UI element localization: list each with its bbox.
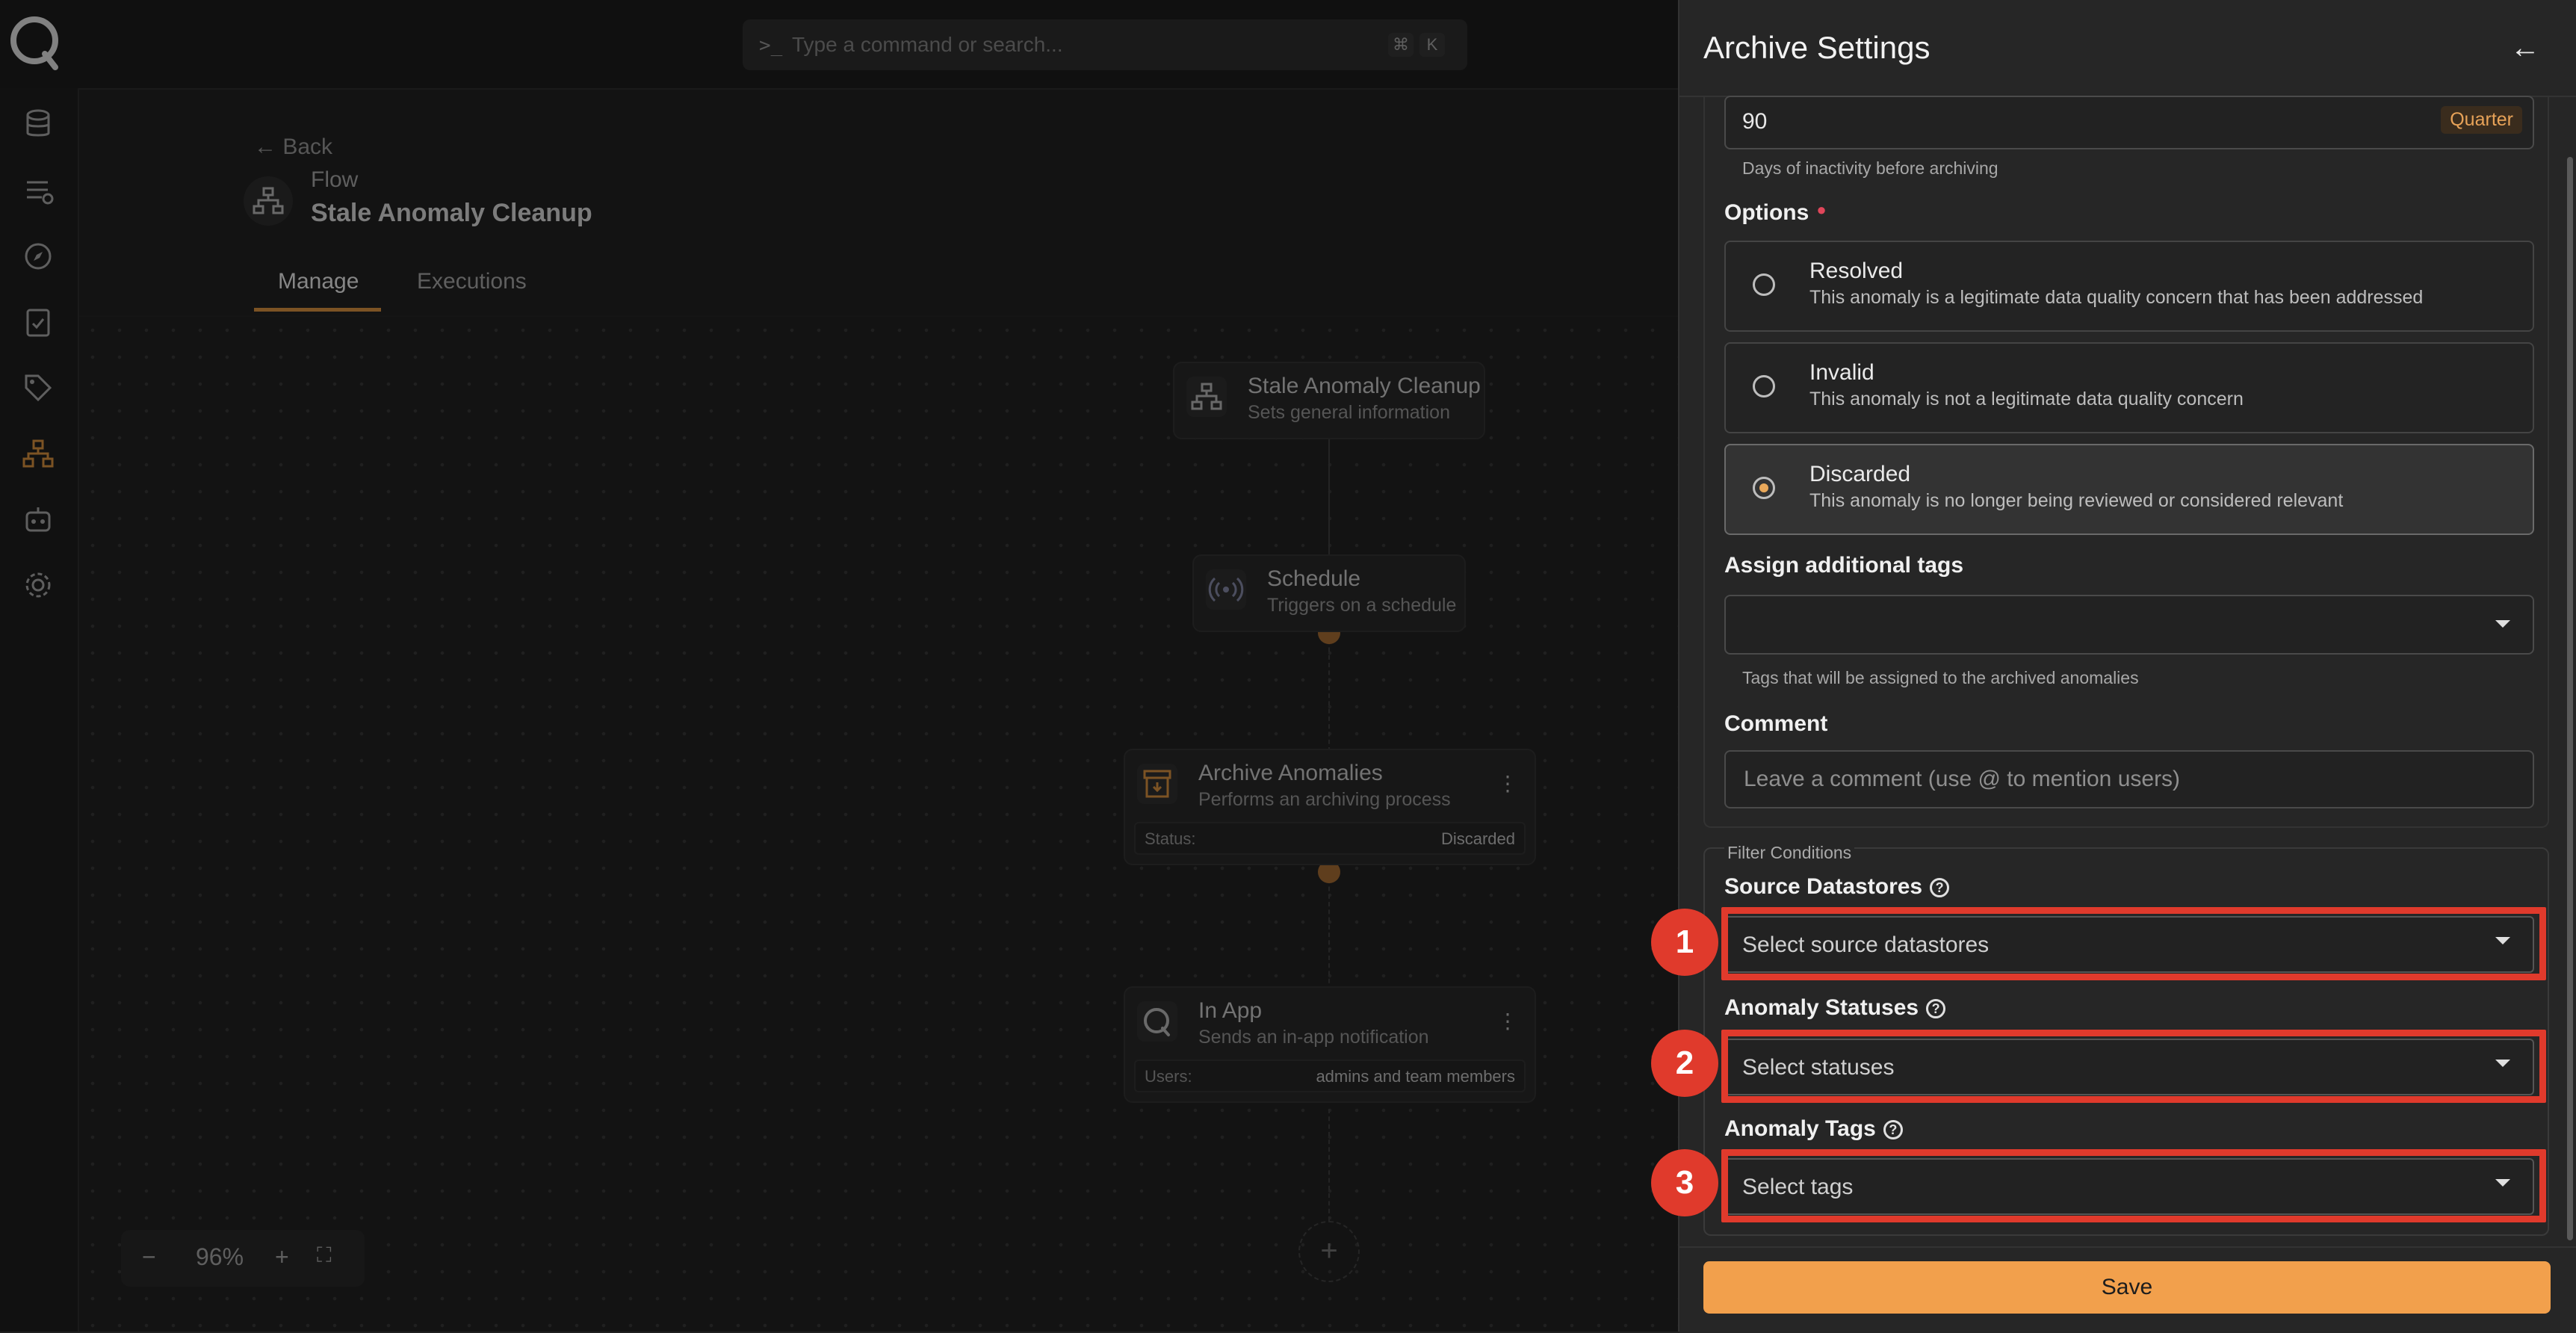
option-resolved[interactable]: Resolved This anomaly is a legitimate da…: [1724, 241, 2534, 332]
option-discarded[interactable]: Discarded This anomaly is no longer bein…: [1724, 444, 2534, 535]
chevron-down-icon: [2495, 1060, 2510, 1067]
modal-overlay[interactable]: [0, 0, 1678, 1332]
option-description: This anomaly is no longer being reviewed…: [1809, 490, 2344, 511]
tags-label: Assign additional tags: [1724, 553, 1964, 578]
chevron-down-icon: [2495, 620, 2510, 628]
panel-title: Archive Settings: [1703, 30, 1931, 65]
comment-label: Comment: [1724, 711, 1828, 736]
filter-conditions-legend: Filter Conditions: [1724, 843, 1855, 863]
tags-helper: Tags that will be assigned to the archiv…: [1742, 668, 2139, 687]
anomaly-statuses-select[interactable]: Select statuses: [1724, 1039, 2534, 1095]
options-label: Options ●: [1724, 200, 1827, 225]
anomaly-tags-label: Anomaly Tags?: [1724, 1116, 1903, 1142]
step-marker: 1: [1651, 909, 1718, 976]
radio-button[interactable]: [1753, 375, 1775, 398]
source-datastores-label: Source Datastores?: [1724, 874, 1950, 900]
radio-button[interactable]: [1753, 273, 1775, 296]
comment-input[interactable]: Leave a comment (use @ to mention users): [1724, 750, 2534, 808]
option-title: Resolved: [1809, 259, 1904, 283]
help-icon[interactable]: ?: [1930, 878, 1950, 898]
anomaly-statuses-label: Anomaly Statuses?: [1724, 995, 1946, 1021]
period-badge: Quarter: [2441, 106, 2522, 134]
chevron-down-icon: [2495, 937, 2510, 944]
additional-tags-select[interactable]: [1724, 595, 2534, 655]
panel-footer: Save: [1679, 1246, 2576, 1333]
help-icon[interactable]: ?: [1883, 1120, 1903, 1140]
archive-settings-panel: Archive Settings ← 90 Quarter Days of in…: [1651, 0, 2576, 1333]
option-title: Invalid: [1809, 360, 1874, 385]
select-placeholder: Select tags: [1742, 1175, 1854, 1199]
scrollbar[interactable]: [2567, 157, 2573, 1240]
step-marker: 2: [1651, 1030, 1718, 1097]
option-description: This anomaly is a legitimate data qualit…: [1809, 287, 2424, 308]
comment-placeholder: Leave a comment (use @ to mention users): [1744, 767, 2181, 791]
inactivity-days-value: 90: [1742, 109, 1768, 134]
option-invalid[interactable]: Invalid This anomaly is not a legitimate…: [1724, 342, 2534, 433]
save-button[interactable]: Save: [1703, 1261, 2551, 1314]
select-placeholder: Select source datastores: [1742, 933, 1990, 957]
step-marker: 3: [1651, 1149, 1718, 1216]
inactivity-helper: Days of inactivity before archiving: [1742, 158, 1998, 178]
anomaly-tags-select[interactable]: Select tags: [1724, 1158, 2534, 1215]
select-placeholder: Select statuses: [1742, 1055, 1895, 1080]
option-description: This anomaly is not a legitimate data qu…: [1809, 389, 2244, 409]
inactivity-days-input[interactable]: 90 Quarter: [1724, 96, 2534, 149]
chevron-down-icon: [2495, 1179, 2510, 1187]
option-title: Discarded: [1809, 462, 1911, 486]
help-icon[interactable]: ?: [1926, 999, 1946, 1019]
source-datastores-select[interactable]: Select source datastores: [1724, 916, 2534, 973]
arrow-back-icon[interactable]: ←: [2510, 31, 2540, 65]
radio-button[interactable]: [1753, 477, 1775, 499]
